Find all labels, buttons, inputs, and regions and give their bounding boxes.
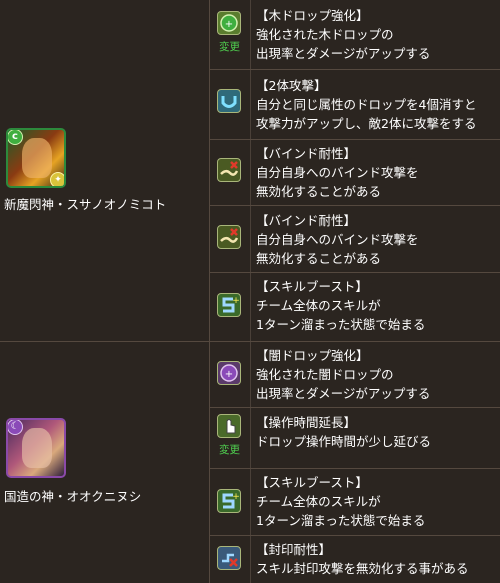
description-line: 出現率とダメージがアップする — [256, 46, 431, 61]
monster-portrait[interactable]: c ✦ — [6, 128, 66, 188]
seal-resist-icon[interactable] — [217, 546, 241, 570]
description-line: 攻撃力がアップし、敵2体に攻撃をする — [256, 116, 477, 131]
awakening-title: 【封印耐性】 — [256, 542, 332, 557]
portrait-art — [22, 138, 52, 178]
description-line: 強化された木ドロップの — [256, 27, 394, 42]
description-line: 1ターン溜まった状態で始まる — [256, 513, 426, 528]
leaf-icon: c — [8, 130, 23, 145]
monster-divider — [0, 341, 500, 342]
awakening-description: 【スキルブースト】 チーム全体のスキルが 1ターン溜まった状態で始まる — [256, 277, 496, 334]
row-divider — [209, 205, 500, 206]
awakening-description: 【操作時間延長】 ドロップ操作時間が少し延びる — [256, 413, 496, 451]
awakening-title: 【スキルブースト】 — [256, 475, 368, 490]
skill-boost-icon[interactable]: + — [217, 293, 241, 317]
description-line: 出現率とダメージがアップする — [256, 386, 431, 401]
changed-label: 変更 — [219, 41, 240, 53]
awakening-title: 【2体攻撃】 — [256, 78, 327, 93]
portrait-art — [22, 428, 52, 468]
awakening-title: 【木ドロップ強化】 — [256, 8, 369, 23]
awakening-icon-cell — [209, 140, 250, 205]
time-extend-icon[interactable] — [217, 414, 241, 438]
star-icon: ✦ — [50, 172, 64, 186]
dark-drop-enhance-icon[interactable]: + — [217, 361, 241, 385]
awakening-description: 【闇ドロップ強化】 強化された闇ドロップの 出現率とダメージがアップする — [256, 346, 496, 403]
description-line: 1ターン溜まった状態で始まる — [256, 317, 426, 332]
awakening-description: 【封印耐性】 スキル封印攻撃を無効化する事がある — [256, 540, 496, 578]
description-line: 無効化することがある — [256, 184, 382, 199]
description-line: 自分自身へのバインド攻撃を — [256, 165, 419, 180]
awakening-title: 【バインド耐性】 — [256, 213, 357, 228]
monster-portrait[interactable]: ☾ — [6, 418, 66, 478]
wood-drop-enhance-icon[interactable]: + — [217, 11, 241, 35]
awakening-title: 【スキルブースト】 — [256, 279, 368, 294]
svg-text:+: + — [232, 492, 240, 502]
row-divider — [209, 139, 500, 140]
changed-label: 変更 — [219, 444, 240, 456]
monster-name-link[interactable]: 国造の神・オオクニヌシ — [4, 486, 141, 505]
row-divider — [209, 535, 500, 536]
row-divider — [209, 407, 500, 408]
awakening-title: 【闇ドロップ強化】 — [256, 348, 369, 363]
moon-icon: ☾ — [8, 420, 23, 435]
svg-text:+: + — [225, 19, 233, 30]
awakening-description: 【バインド耐性】 自分自身へのバインド攻撃を 無効化することがある — [256, 144, 496, 201]
awakening-table: c ✦ 新魔閃神・スサノオノミコト ☾ 国造の神・オオクニヌシ + 変更 【木ド… — [0, 0, 500, 583]
awakening-icon-cell — [209, 70, 250, 139]
awakening-icon-cell: + — [209, 273, 250, 341]
row-divider — [209, 272, 500, 273]
awakening-title: 【操作時間延長】 — [256, 415, 357, 430]
description-line: 自分と同じ属性のドロップを4個消すと — [256, 97, 477, 112]
awakening-icon-cell: + — [209, 469, 250, 535]
description-line: 無効化することがある — [256, 251, 382, 266]
awakening-description: 【木ドロップ強化】 強化された木ドロップの 出現率とダメージがアップする — [256, 6, 496, 63]
awakening-icon-cell: + 変更 — [209, 0, 250, 69]
svg-text:+: + — [225, 369, 233, 380]
bind-resist-icon[interactable] — [217, 158, 241, 182]
row-divider — [209, 468, 500, 469]
description-line: チーム全体のスキルが — [256, 494, 381, 509]
awakening-description: 【バインド耐性】 自分自身へのバインド攻撃を 無効化することがある — [256, 211, 496, 268]
svg-text:+: + — [232, 296, 240, 306]
description-line: 強化された闇ドロップの — [256, 367, 394, 382]
awakening-description: 【スキルブースト】 チーム全体のスキルが 1ターン溜まった状態で始まる — [256, 473, 496, 530]
description-line: チーム全体のスキルが — [256, 298, 381, 313]
awakening-icon-cell: + — [209, 342, 250, 407]
monster-name-link[interactable]: 新魔閃神・スサノオノミコト — [4, 194, 166, 213]
description-line: ドロップ操作時間が少し延びる — [256, 434, 432, 449]
awakening-description: 【2体攻撃】 自分と同じ属性のドロップを4個消すと 攻撃力がアップし、敵2体に攻… — [256, 76, 496, 133]
awakening-icon-cell — [209, 536, 250, 583]
icon-column-divider — [250, 0, 251, 583]
awakening-title: 【バインド耐性】 — [256, 146, 357, 161]
row-divider — [209, 69, 500, 70]
awakening-icon-cell: 変更 — [209, 408, 250, 468]
description-line: スキル封印攻撃を無効化する事がある — [256, 561, 469, 576]
skill-boost-icon[interactable]: + — [217, 489, 241, 513]
two-pronged-attack-icon[interactable] — [217, 89, 241, 113]
description-line: 自分自身へのバインド攻撃を — [256, 232, 419, 247]
awakening-icon-cell — [209, 206, 250, 272]
bind-resist-icon[interactable] — [217, 225, 241, 249]
